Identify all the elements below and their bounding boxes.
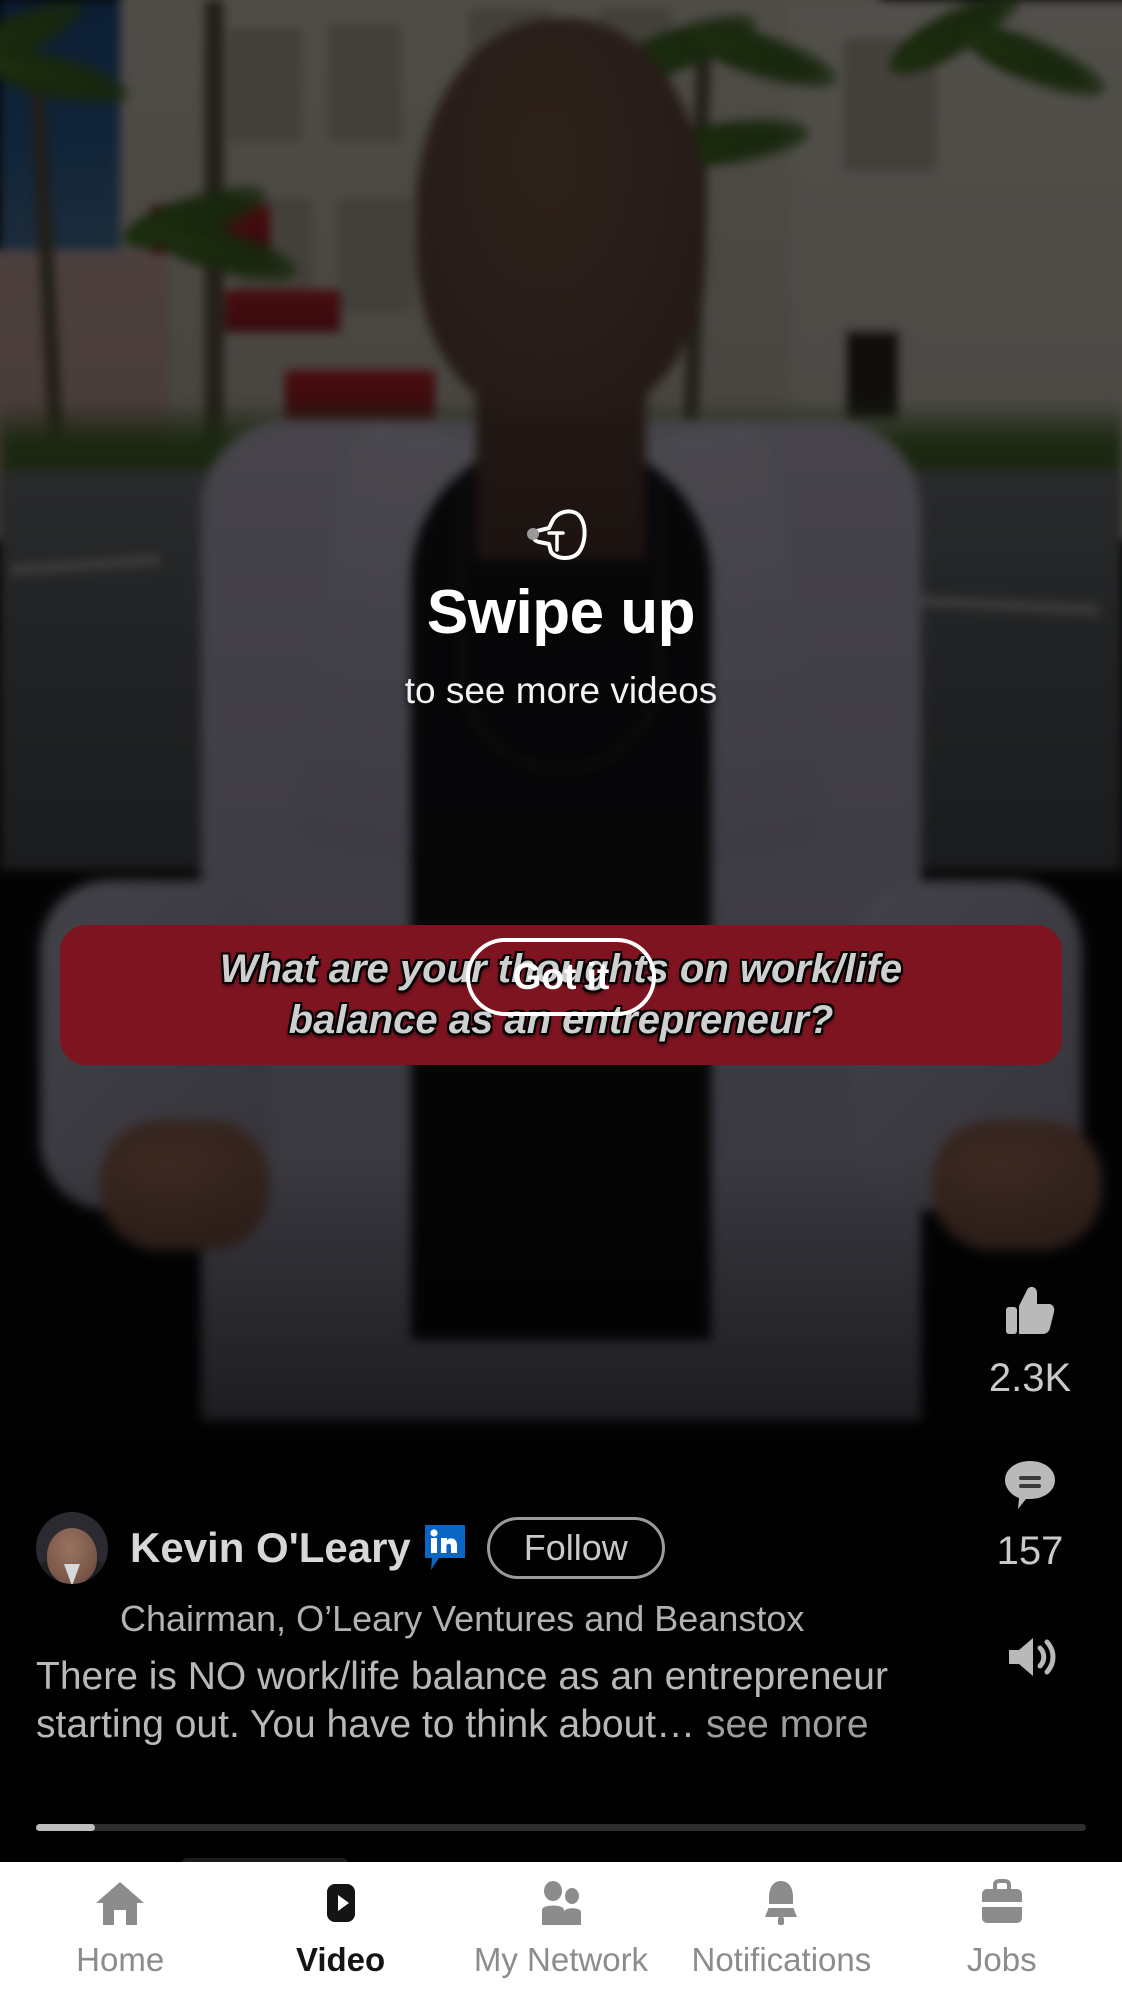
thumbs-up-icon [1005,1286,1055,1334]
author-name[interactable]: Kevin O'Leary [130,1524,411,1572]
bottom-navigation-bar: Home Video My Network Notifications Jobs [0,1862,1122,2000]
my-network-icon [541,1881,581,1925]
nav-label-my-network: My Network [473,1941,649,1978]
see-more-link[interactable]: see more [706,1703,869,1746]
nav-label-home: Home [76,1941,165,1978]
follow-button[interactable]: Follow [486,1517,665,1579]
author-row[interactable]: Kevin O'Leary Follow [36,1512,665,1584]
volume-on-icon [1009,1638,1056,1676]
video-progress-fill [36,1824,95,1831]
author-headline: Chairman, O’Leary Ventures and Beanstox [120,1598,805,1639]
nav-item-jobs[interactable]: Jobs [902,1877,1102,1979]
nav-item-notifications[interactable]: Notifications [681,1877,881,1979]
avatar[interactable] [36,1512,108,1584]
nav-label-video: Video [295,1941,386,1978]
coach-mark-subtitle: to see more videos [404,670,718,711]
video-action-rail: 2.3K 157 [970,1280,1090,1688]
got-it-button[interactable]: Got it [466,938,656,1016]
jobs-icon [981,1879,1022,1923]
comment-action[interactable]: 157 [996,1453,1064,1574]
app-root: Swipe up to see more videos What are you… [0,0,1122,2000]
notifications-icon [765,1881,798,1925]
nav-item-video[interactable]: Video [241,1877,441,1979]
comment-icon [1005,1461,1055,1509]
comment-count: 157 [996,1529,1064,1573]
swipe-up-coach-mark: Swipe up to see more videos [0,500,1122,712]
swipe-hand-icon [527,509,587,560]
nav-item-home[interactable]: Home [20,1877,220,1979]
video-icon [326,1884,355,1922]
nav-item-my-network[interactable]: My Network [461,1877,661,1979]
coach-mark-title: Swipe up [426,578,696,647]
like-action[interactable]: 2.3K [989,1280,1071,1401]
video-progress-track[interactable] [36,1824,1086,1831]
linkedin-badge-icon [424,1525,465,1570]
video-description[interactable]: There is NO work/life balance as an entr… [36,1653,916,1750]
video-player[interactable]: Swipe up to see more videos What are you… [0,0,1122,1862]
sound-action[interactable] [999,1626,1061,1688]
nav-label-jobs: Jobs [966,1941,1037,1978]
home-icon [96,1882,145,1925]
nav-label-notifications: Notifications [691,1941,872,1978]
like-count: 2.3K [988,1356,1072,1400]
